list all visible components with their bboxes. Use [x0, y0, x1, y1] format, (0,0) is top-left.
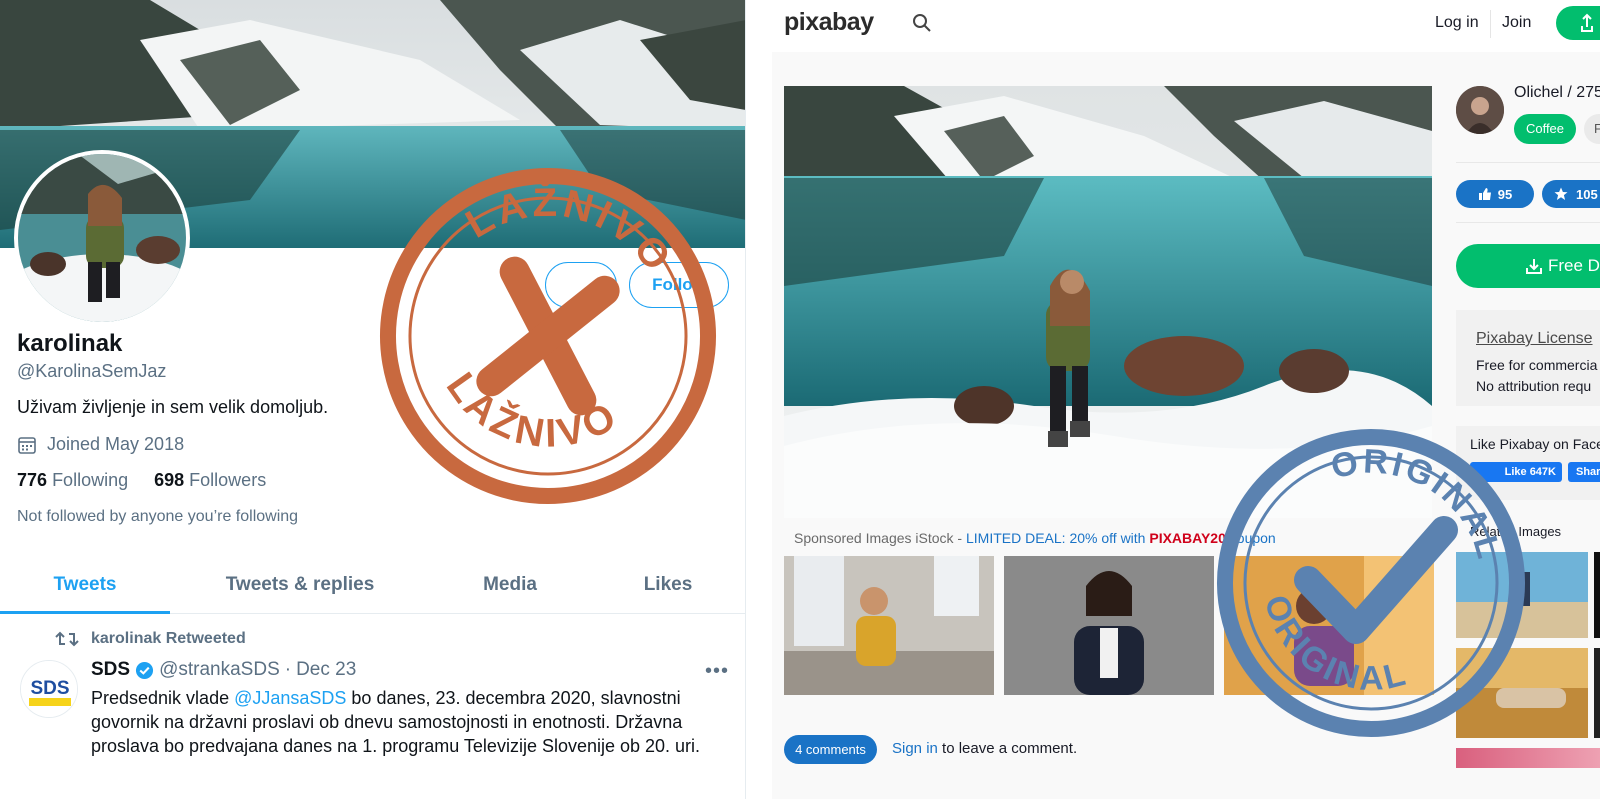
tweet-header: SDS @strankaSDS · Dec 23 — [91, 659, 356, 681]
license-link[interactable]: Pixabay License — [1476, 330, 1593, 348]
tab-media[interactable]: Media — [430, 556, 590, 613]
verified-badge-icon — [135, 661, 154, 680]
related-images-title: Related Images — [1470, 524, 1562, 539]
license-line: Free for commercia — [1476, 357, 1598, 373]
coffee-button[interactable]: Coffee — [1514, 114, 1576, 144]
sponsored-thumbnail[interactable] — [1224, 556, 1434, 695]
following-link[interactable]: 776 Following — [17, 470, 128, 491]
free-download-button[interactable]: Free Do — [1456, 244, 1600, 288]
tab-likes[interactable]: Likes — [590, 556, 745, 613]
profile-handle: @KarolinaSemJaz — [17, 361, 167, 381]
favorite-button[interactable]: 105 — [1542, 180, 1600, 208]
comments-button[interactable]: 4 comments — [784, 735, 877, 764]
sds-logo-text: SDS — [30, 678, 69, 699]
profile-avatar[interactable] — [14, 150, 190, 326]
divider — [1456, 222, 1600, 223]
header-divider — [1490, 10, 1491, 38]
follow-button[interactable]: Follow — [629, 262, 729, 308]
author-avatar[interactable] — [1456, 86, 1504, 134]
twitter-profile-panel: Follow karolinak @KarolinaSemJaz Uživam … — [0, 0, 746, 799]
sponsored-deal-link[interactable]: LIMITED DEAL: 20% off with PIXABAY20 cou… — [966, 530, 1276, 546]
retweet-indicator: karolinak Retweeted — [55, 630, 246, 648]
login-link[interactable]: Log in — [1435, 14, 1479, 32]
tweet-author-name[interactable]: SDS — [91, 659, 130, 681]
profile-tabs: Tweets Tweets & replies Media Likes — [0, 556, 745, 614]
related-image[interactable] — [1594, 648, 1600, 738]
more-options-button[interactable] — [545, 262, 617, 308]
retweet-icon — [55, 630, 79, 648]
related-image[interactable] — [1456, 748, 1600, 768]
facebook-title: Like Pixabay on Face — [1470, 436, 1600, 452]
sign-in-prompt: Sign in to leave a comment. — [892, 740, 1078, 757]
related-image[interactable] — [1456, 552, 1588, 638]
download-icon — [1526, 258, 1542, 274]
pixabay-page-panel: pixabay Log in Join Sponsored Images iSt… — [772, 0, 1600, 799]
facebook-like-button[interactable]: Like 647K — [1470, 462, 1562, 482]
thumbs-up-icon — [1478, 187, 1492, 201]
not-followed-note: Not followed by anyone you’re following — [17, 508, 299, 525]
sign-in-link[interactable]: Sign in — [892, 740, 938, 757]
search-icon[interactable] — [912, 13, 932, 33]
tweet-date[interactable]: Dec 23 — [296, 659, 356, 681]
related-image[interactable] — [1594, 552, 1600, 638]
sponsored-banner: Sponsored Images iStock - LIMITED DEAL: … — [794, 530, 1276, 546]
profile-bio: Uživam življenje in sem velik domoljub. — [17, 397, 329, 417]
tweet-text: Predsednik vlade @JJansaSDS bo danes, 23… — [91, 688, 701, 756]
photo-sidebar: Olichel / 275 Coffee Fo 95 105 Free Do P… — [1456, 74, 1600, 799]
joined-date: Joined May 2018 — [17, 434, 184, 455]
calendar-icon — [17, 435, 37, 455]
facebook-share-button[interactable]: Shar — [1568, 462, 1600, 482]
profile-name: karolinak — [17, 330, 123, 357]
join-link[interactable]: Join — [1502, 14, 1531, 32]
followers-link[interactable]: 698 Followers — [154, 470, 266, 491]
tweet-mention-link[interactable]: @JJansaSDS — [234, 688, 346, 708]
comparison-collage: Follow karolinak @KarolinaSemJaz Uživam … — [0, 0, 1600, 799]
sds-avatar[interactable]: SDS — [20, 660, 78, 718]
author-name[interactable]: Olichel / 275 — [1514, 84, 1600, 102]
follow-stats: 776 Following 698 Followers — [17, 470, 266, 491]
follow-author-button[interactable]: Fo — [1584, 114, 1600, 144]
sponsored-thumbnail[interactable] — [784, 556, 994, 695]
tweet-more-icon[interactable]: ••• — [705, 660, 729, 683]
tweet-author-handle[interactable]: @strankaSDS — [159, 659, 280, 681]
related-image[interactable] — [1456, 648, 1588, 738]
like-button[interactable]: 95 — [1456, 180, 1534, 208]
tab-tweets-replies[interactable]: Tweets & replies — [170, 556, 430, 613]
pixabay-logo[interactable]: pixabay — [784, 8, 874, 37]
upload-button[interactable] — [1556, 6, 1600, 40]
tab-tweets[interactable]: Tweets — [0, 556, 170, 614]
license-line: No attribution requ — [1476, 378, 1592, 394]
tweet-separator: · — [284, 659, 292, 680]
star-icon — [1554, 187, 1568, 201]
divider — [1456, 162, 1600, 163]
main-photo[interactable] — [784, 86, 1432, 518]
sponsored-thumbnail[interactable] — [1004, 556, 1214, 695]
